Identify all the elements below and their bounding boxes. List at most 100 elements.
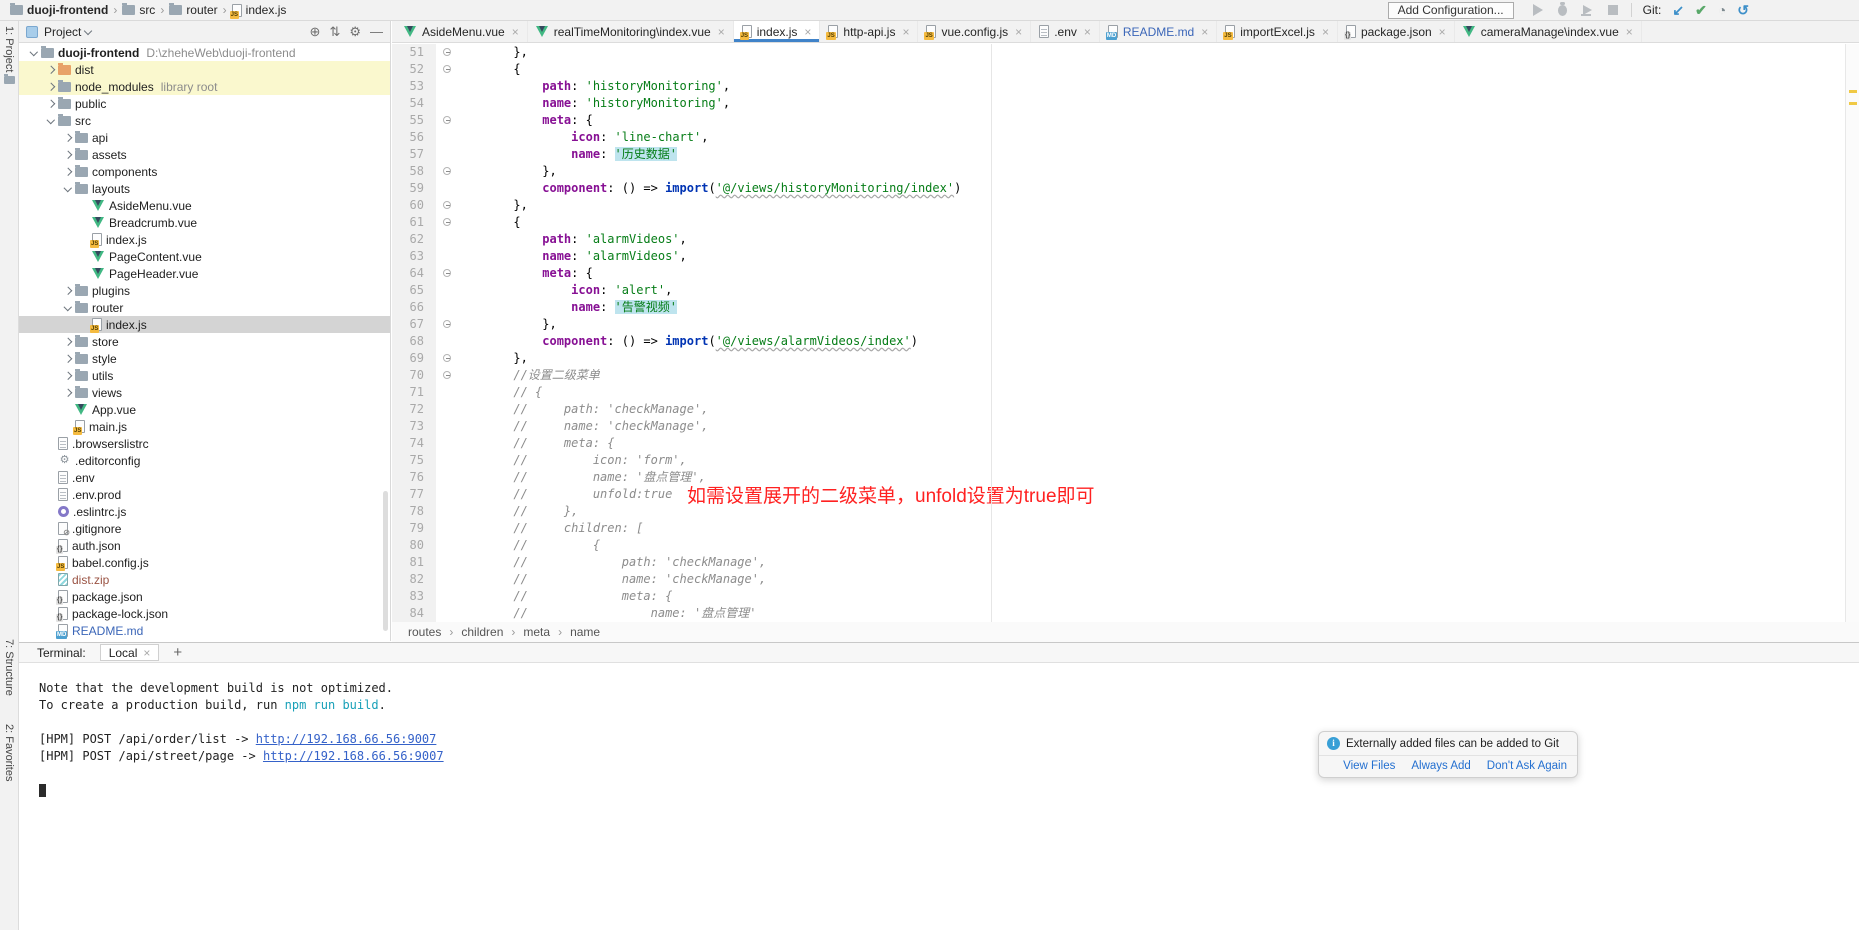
tree-item-env[interactable]: .env (19, 469, 390, 486)
chevron-right-icon[interactable] (44, 61, 58, 78)
tree-item-assets[interactable]: assets (19, 146, 390, 163)
chevron-right-icon[interactable] (61, 350, 75, 367)
add-configuration-button[interactable]: Add Configuration... (1388, 2, 1514, 19)
tree-item-store[interactable]: store (19, 333, 390, 350)
new-terminal-button[interactable]: + (173, 645, 182, 660)
git-revert-icon[interactable]: ↺ (1737, 3, 1749, 17)
warning-mark[interactable] (1849, 90, 1857, 93)
tree-item-breadcrumb-vue[interactable]: Breadcrumb.vue (19, 214, 390, 231)
code-line-59[interactable]: 59 component: () => import('@/views/hist… (392, 180, 1859, 197)
tree-item-duoji-frontend[interactable]: duoji-frontendD:\zheheWeb\duoji-frontend (19, 44, 390, 61)
editor-tab-realtimemonitoring-index-vue[interactable]: realTimeMonitoring\index.vue× (528, 21, 734, 42)
fold-marker[interactable] (436, 214, 462, 231)
code-line-74[interactable]: 74 // meta: { (392, 435, 1859, 452)
chevron-right-icon[interactable] (61, 282, 75, 299)
close-icon[interactable]: × (1439, 25, 1446, 39)
code-line-53[interactable]: 53 path: 'historyMonitoring', (392, 78, 1859, 95)
fold-marker[interactable] (436, 197, 462, 214)
editor-tab-cameramanage-index-vue[interactable]: cameraManage\index.vue× (1455, 21, 1642, 42)
chevron-right-icon[interactable] (61, 129, 75, 146)
code-line-73[interactable]: 73 // name: 'checkManage', (392, 418, 1859, 435)
code-line-56[interactable]: 56 icon: 'line-chart', (392, 129, 1859, 146)
tree-item-package-lock-json[interactable]: {}package-lock.json (19, 605, 390, 622)
terminal-link[interactable]: http://192.168.66.56:9007 (263, 749, 444, 763)
tree-item-utils[interactable]: utils (19, 367, 390, 384)
tree-item-app-vue[interactable]: App.vue (19, 401, 390, 418)
code-line-64[interactable]: 64 meta: { (392, 265, 1859, 282)
editor-tab-package-json[interactable]: {}package.json× (1338, 21, 1455, 42)
notification-action-always-add[interactable]: Always Add (1411, 760, 1470, 772)
terminal-tab-local[interactable]: Local × (100, 644, 160, 661)
chevron-down-icon[interactable] (27, 44, 41, 61)
code-line-71[interactable]: 71 // { (392, 384, 1859, 401)
fold-marker[interactable] (436, 265, 462, 282)
terminal-output[interactable]: Note that the development build is not o… (19, 664, 1859, 930)
tree-item-components[interactable]: components (19, 163, 390, 180)
code-line-69[interactable]: 69 }, (392, 350, 1859, 367)
close-icon[interactable]: × (1626, 25, 1633, 39)
editor-tab-http-api-js[interactable]: JShttp-api.js× (820, 21, 918, 42)
run-icon[interactable] (1531, 3, 1545, 17)
tree-item-editorconfig[interactable]: ⚙.editorconfig (19, 452, 390, 469)
close-icon[interactable]: × (512, 25, 519, 39)
tree-item-index-js[interactable]: JSindex.js (19, 316, 390, 333)
code-line-68[interactable]: 68 component: () => import('@/views/alar… (392, 333, 1859, 350)
code-editor[interactable]: 51 },52 {53 path: 'historyMonitoring',54… (392, 44, 1859, 622)
tree-item-asidemenu-vue[interactable]: AsideMenu.vue (19, 197, 390, 214)
tool-window-button-structure[interactable]: 7: Structure (0, 639, 18, 696)
editor-tab-readme-md[interactable]: MDREADME.md× (1100, 21, 1217, 42)
chevron-down-icon[interactable] (44, 112, 58, 129)
close-icon[interactable]: × (143, 646, 150, 660)
breadcrumb-item-duoji-frontend[interactable]: duoji-frontend (10, 3, 108, 17)
code-line-67[interactable]: 67 }, (392, 316, 1859, 333)
chevron-right-icon[interactable] (61, 163, 75, 180)
code-line-82[interactable]: 82 // name: 'checkManage', (392, 571, 1859, 588)
code-line-76[interactable]: 76 // name: '盘点管理', (392, 469, 1859, 486)
notification-action-don-t-ask-again[interactable]: Don't Ask Again (1487, 760, 1567, 772)
tree-item-main-js[interactable]: JSmain.js (19, 418, 390, 435)
git-history-icon[interactable]: ◔ (1718, 3, 1726, 17)
tree-item-browserslistrc[interactable]: .browserslistrc (19, 435, 390, 452)
tree-item-router[interactable]: router (19, 299, 390, 316)
code-line-65[interactable]: 65 icon: 'alert', (392, 282, 1859, 299)
code-line-55[interactable]: 55 meta: { (392, 112, 1859, 129)
settings-icon[interactable]: ⚙ (349, 25, 361, 38)
tree-item-babel-config-js[interactable]: JSbabel.config.js (19, 554, 390, 571)
code-line-70[interactable]: 70 //设置二级菜单 (392, 367, 1859, 384)
code-line-58[interactable]: 58 }, (392, 163, 1859, 180)
close-icon[interactable]: × (804, 25, 811, 39)
breadcrumb-item-router[interactable]: router (169, 3, 217, 17)
code-breadcrumb-meta[interactable]: meta (523, 625, 550, 639)
close-icon[interactable]: × (1084, 25, 1091, 39)
tree-item-pagecontent-vue[interactable]: PageContent.vue (19, 248, 390, 265)
fold-marker[interactable] (436, 350, 462, 367)
code-line-83[interactable]: 83 // meta: { (392, 588, 1859, 605)
warning-mark[interactable] (1849, 102, 1857, 105)
stop-icon[interactable] (1606, 3, 1620, 17)
editor-tab-asidemenu-vue[interactable]: AsideMenu.vue× (396, 21, 528, 42)
git-commit-icon[interactable]: ✔ (1695, 3, 1707, 17)
code-breadcrumb-children[interactable]: children (461, 625, 503, 639)
tree-item-style[interactable]: style (19, 350, 390, 367)
locate-icon[interactable]: ⊕ (310, 25, 321, 38)
code-line-52[interactable]: 52 { (392, 61, 1859, 78)
editor-tab-index-js[interactable]: JSindex.js× (734, 21, 821, 42)
chevron-down-icon[interactable] (84, 28, 92, 36)
code-line-66[interactable]: 66 name: '告警视频' (392, 299, 1859, 316)
editor-tab-env[interactable]: .env× (1031, 21, 1100, 42)
collapse-icon[interactable]: ⇅ (329, 25, 340, 38)
tree-item-plugins[interactable]: plugins (19, 282, 390, 299)
fold-marker[interactable] (436, 367, 462, 384)
code-line-77[interactable]: 77 // unfold:true如需设置展开的二级菜单，unfold设置为tr… (392, 486, 1859, 503)
terminal-link[interactable]: http://192.168.66.56:9007 (256, 732, 437, 746)
code-line-62[interactable]: 62 path: 'alarmVideos', (392, 231, 1859, 248)
chevron-right-icon[interactable] (61, 384, 75, 401)
code-line-80[interactable]: 80 // { (392, 537, 1859, 554)
chevron-right-icon[interactable] (61, 146, 75, 163)
code-line-61[interactable]: 61 { (392, 214, 1859, 231)
close-icon[interactable]: × (1201, 25, 1208, 39)
tree-item-views[interactable]: views (19, 384, 390, 401)
chevron-right-icon[interactable] (44, 78, 58, 95)
fold-marker[interactable] (436, 112, 462, 129)
code-line-60[interactable]: 60 }, (392, 197, 1859, 214)
